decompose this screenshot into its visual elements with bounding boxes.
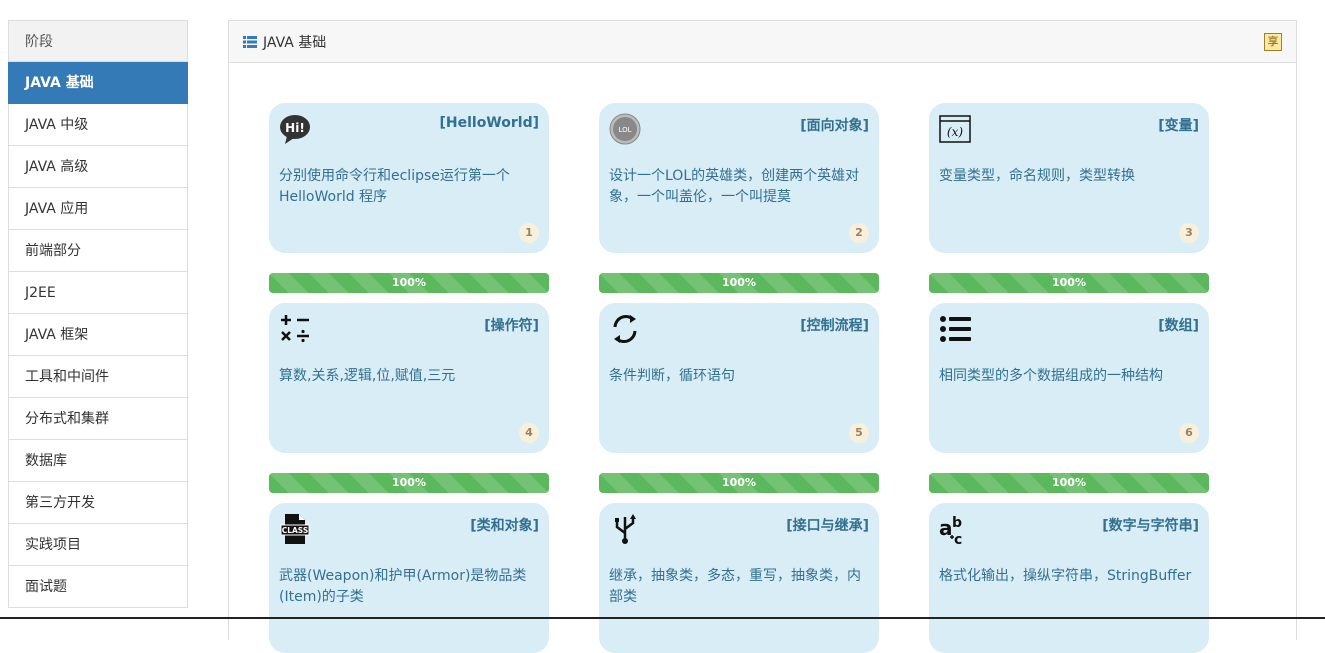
progress-bar-fill: 100% — [599, 273, 879, 293]
lesson-description: 相同类型的多个数据组成的一种结构 — [939, 368, 1163, 384]
lesson-description: 分别使用命令行和eclipse运行第一个HelloWorld 程序 — [279, 168, 510, 205]
fork-icon — [615, 514, 636, 544]
progress-bar-fill: 100% — [929, 273, 1209, 293]
lesson-card-oop[interactable]: LOL [面向对象] 设计一个LOL的英雄类，创建两个英雄对象，一个叫盖伦，一个… — [599, 103, 879, 253]
lesson-title: [数组] — [1158, 318, 1199, 334]
lesson-title: [数字与字符串] — [1102, 518, 1199, 534]
lesson-cell: [接口与继承] 继承，抽象类，多态，重写，抽象类，内部类 — [599, 503, 879, 653]
loop-arrows-icon — [613, 314, 637, 344]
lesson-cell: [操作符] 算数,关系,逻辑,位,赋值,三元 4 100% — [269, 303, 549, 493]
sidebar-item-frontend[interactable]: 前端部分 — [8, 230, 188, 272]
sidebar-header: 阶段 — [8, 20, 188, 62]
lesson-cell: (x) [变量] 变量类型，命名规则，类型转换 3 100% — [929, 103, 1209, 293]
lesson-title: [类和对象] — [470, 518, 539, 534]
lesson-cell: [控制流程] 条件判断，循环语句 5 100% — [599, 303, 879, 493]
progress-bar-fill: 100% — [269, 473, 549, 493]
lesson-progress: 100% — [269, 473, 549, 493]
lesson-card-number-string[interactable]: a b c [数字与字符串] 格式化输出，操纵字符串，StringBuffer — [929, 503, 1209, 653]
sidebar-item-third-party[interactable]: 第三方开发 — [8, 482, 188, 524]
lesson-number-badge: 6 — [1179, 423, 1199, 443]
lesson-card-array[interactable]: [数组] 相同类型的多个数据组成的一种结构 6 — [929, 303, 1209, 453]
lesson-description: 格式化输出，操纵字符串，StringBuffer — [939, 568, 1192, 584]
lesson-card-helloworld[interactable]: Hi! [HelloWorld] 分别使用命令行和eclipse运行第一个Hel… — [269, 103, 549, 253]
panel-header: JAVA 基础 享 — [229, 21, 1296, 63]
lesson-progress: 100% — [599, 273, 879, 293]
lesson-cell: LOL [面向对象] 设计一个LOL的英雄类，创建两个英雄对象，一个叫盖伦，一个… — [599, 103, 879, 293]
lesson-number-badge: 1 — [519, 223, 539, 243]
lesson-title: [变量] — [1158, 118, 1199, 134]
svg-text:CLASS: CLASS — [282, 526, 309, 535]
lesson-card-variable[interactable]: (x) [变量] 变量类型，命名规则，类型转换 3 — [929, 103, 1209, 253]
sidebar-item-j2ee[interactable]: J2EE — [8, 272, 188, 314]
lesson-description: 条件判断，循环语句 — [609, 368, 735, 384]
svg-text:(x): (x) — [947, 125, 963, 139]
svg-text:b: b — [952, 515, 962, 531]
sidebar-item-java-intermediate[interactable]: JAVA 中级 — [8, 104, 188, 146]
lesson-description: 设计一个LOL的英雄类，创建两个英雄对象，一个叫盖伦，一个叫提莫 — [609, 168, 860, 205]
progress-bar-fill: 100% — [269, 273, 549, 293]
progress-bar-fill: 100% — [929, 473, 1209, 493]
sidebar-item-database[interactable]: 数据库 — [8, 440, 188, 482]
lesson-card-interface-inheritance[interactable]: [接口与继承] 继承，抽象类，多态，重写，抽象类，内部类 — [599, 503, 879, 653]
variable-icon: (x) — [939, 115, 971, 143]
lesson-title: [操作符] — [484, 318, 539, 334]
stage-sidebar: 阶段 JAVA 基础 JAVA 中级 JAVA 高级 JAVA 应用 前端部分 … — [8, 20, 188, 608]
lesson-title: [HelloWorld] — [439, 115, 539, 131]
lesson-number-badge: 4 — [519, 423, 539, 443]
list-icon — [243, 35, 257, 48]
math-operators-icon — [281, 315, 309, 343]
lesson-title: [面向对象] — [800, 118, 869, 134]
progress-bar-fill: 100% — [599, 473, 879, 493]
lesson-progress: 100% — [599, 473, 879, 493]
alphabet-icon: a b c — [939, 515, 962, 545]
lesson-description: 武器(Weapon)和护甲(Armor)是物品类(Item)的子类 — [279, 568, 527, 605]
svg-text:Hi!: Hi! — [285, 121, 305, 135]
lesson-cell: [数组] 相同类型的多个数据组成的一种结构 6 100% — [929, 303, 1209, 493]
lesson-progress: 100% — [269, 273, 549, 293]
hi-bubble-icon: Hi! — [280, 115, 310, 144]
content-panel: JAVA 基础 享 Hi! [HelloWorld] 分别使用命令行和eclip… — [228, 20, 1297, 653]
sidebar-item-tools-middleware[interactable]: 工具和中间件 — [8, 356, 188, 398]
lesson-card-control-flow[interactable]: [控制流程] 条件判断，循环语句 5 — [599, 303, 879, 453]
lesson-cell: a b c [数字与字符串] 格式化输出，操纵字符串，StringBuffer — [929, 503, 1209, 653]
sidebar-item-java-application[interactable]: JAVA 应用 — [8, 188, 188, 230]
sidebar-item-java-framework[interactable]: JAVA 框架 — [8, 314, 188, 356]
lesson-card-class-object[interactable]: CLASS [类和对象] 武器(Weapon)和护甲(Armor)是物品类(It… — [269, 503, 549, 653]
lesson-title: [接口与继承] — [786, 518, 869, 534]
lesson-description: 算数,关系,逻辑,位,赋值,三元 — [279, 368, 456, 384]
sidebar-item-distributed-cluster[interactable]: 分布式和集群 — [8, 398, 188, 440]
lesson-description: 继承，抽象类，多态，重写，抽象类，内部类 — [609, 568, 861, 605]
sidebar-item-java-advanced[interactable]: JAVA 高级 — [8, 146, 188, 188]
lesson-description: 变量类型，命名规则，类型转换 — [939, 168, 1135, 184]
lesson-card-operators[interactable]: [操作符] 算数,关系,逻辑,位,赋值,三元 4 — [269, 303, 549, 453]
lesson-title: [控制流程] — [800, 318, 869, 334]
svg-text:c: c — [954, 532, 962, 545]
lesson-number-badge: 3 — [1179, 223, 1199, 243]
lesson-cell: CLASS [类和对象] 武器(Weapon)和护甲(Armor)是物品类(It… — [269, 503, 549, 653]
lesson-cell: Hi! [HelloWorld] 分别使用命令行和eclipse运行第一个Hel… — [269, 103, 549, 293]
lesson-number-badge: 2 — [849, 223, 869, 243]
sidebar-item-java-basic[interactable]: JAVA 基础 — [8, 62, 188, 104]
panel-title: JAVA 基础 — [263, 34, 327, 51]
list-icon — [940, 316, 971, 342]
lesson-progress: 100% — [929, 473, 1209, 493]
class-file-icon: CLASS — [280, 514, 310, 544]
sidebar-item-practice-projects[interactable]: 实践项目 — [8, 524, 188, 566]
sidebar-item-interview[interactable]: 面试题 — [8, 566, 188, 608]
lesson-progress: 100% — [929, 273, 1209, 293]
lesson-number-badge: 5 — [849, 423, 869, 443]
lol-logo-icon: LOL — [609, 113, 641, 145]
share-button[interactable]: 享 — [1264, 32, 1282, 51]
svg-text:LOL: LOL — [618, 126, 631, 134]
